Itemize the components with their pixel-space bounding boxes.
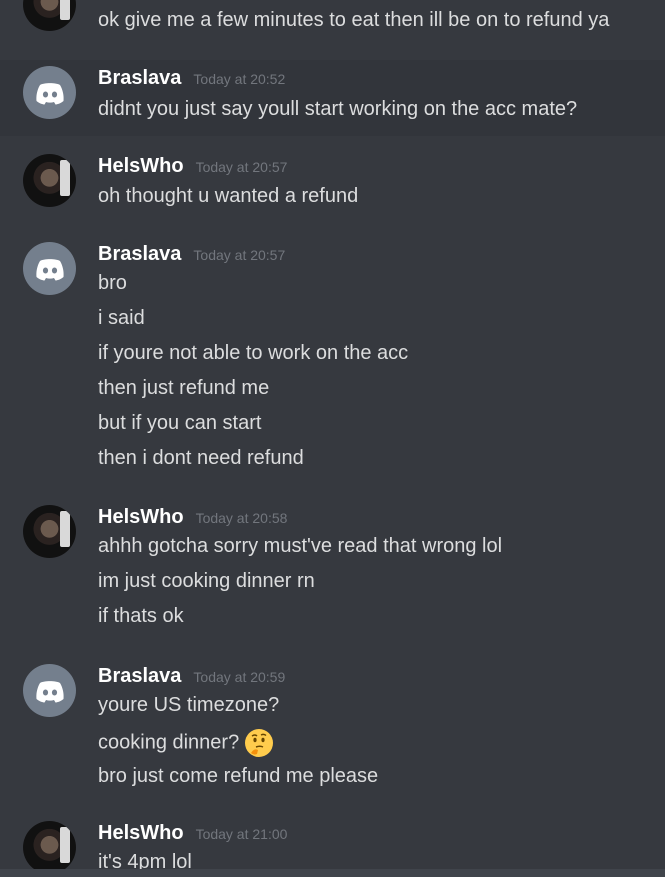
- message-line: but if you can start: [98, 412, 262, 434]
- username[interactable]: Braslava: [98, 665, 181, 688]
- thinking-face-emoji[interactable]: [245, 729, 274, 757]
- avatar[interactable]: [23, 664, 76, 717]
- message-header: HelsWho Today at 20:57: [98, 155, 287, 178]
- timestamp[interactable]: Today at 20:58: [196, 510, 288, 526]
- avatar[interactable]: [23, 154, 76, 207]
- message-input-edge: [0, 869, 665, 877]
- username[interactable]: Braslava: [98, 67, 181, 90]
- discord-logo-icon: [35, 680, 64, 702]
- message-header: Braslava Today at 20:52: [98, 67, 285, 90]
- message-text: cooking dinner?: [98, 731, 240, 754]
- message-group: ok give me a few minutes to eat then ill…: [0, 0, 665, 56]
- message-line: i said: [98, 307, 145, 329]
- message-group: Braslava Today at 20:57 bro i said if yo…: [0, 236, 665, 486]
- message-header: HelsWho Today at 21:00: [98, 822, 287, 845]
- message-line: ok give me a few minutes to eat then ill…: [98, 9, 610, 31]
- message-line: if thats ok: [98, 605, 184, 627]
- timestamp[interactable]: Today at 20:57: [193, 247, 285, 263]
- message-line: then just refund me: [98, 377, 270, 399]
- message-header: Braslava Today at 20:57: [98, 243, 285, 266]
- avatar[interactable]: [23, 821, 76, 874]
- message-line: then i dont need refund: [98, 447, 304, 469]
- message-line: ahhh gotcha sorry must've read that wron…: [98, 535, 503, 557]
- message-group: Braslava Today at 20:52 didnt you just s…: [0, 60, 665, 136]
- message-line: bro just come refund me please: [98, 765, 379, 787]
- message-line: youre US timezone?: [98, 694, 280, 716]
- message-line: didnt you just say youll start working o…: [98, 98, 578, 120]
- avatar[interactable]: [23, 0, 76, 31]
- message-header: Braslava Today at 20:59: [98, 665, 285, 688]
- avatar[interactable]: [23, 505, 76, 558]
- username[interactable]: HelsWho: [98, 506, 184, 529]
- username[interactable]: HelsWho: [98, 822, 184, 845]
- message-line: cooking dinner?: [98, 729, 274, 757]
- message-group: HelsWho Today at 21:00 it's 4pm lol: [0, 815, 665, 877]
- message-group: HelsWho Today at 20:57 oh thought u want…: [0, 148, 665, 224]
- username[interactable]: Braslava: [98, 243, 181, 266]
- message-line: bro: [98, 272, 127, 294]
- message-line: oh thought u wanted a refund: [98, 185, 359, 207]
- avatar[interactable]: [23, 66, 76, 119]
- username[interactable]: HelsWho: [98, 155, 184, 178]
- discord-logo-icon: [35, 82, 64, 104]
- discord-logo-icon: [35, 258, 64, 280]
- message-header: HelsWho Today at 20:58: [98, 506, 287, 529]
- message-line: if youre not able to work on the acc: [98, 342, 409, 364]
- message-line: im just cooking dinner rn: [98, 570, 315, 592]
- avatar[interactable]: [23, 242, 76, 295]
- timestamp[interactable]: Today at 20:59: [193, 669, 285, 685]
- timestamp[interactable]: Today at 20:57: [196, 159, 288, 175]
- timestamp[interactable]: Today at 20:52: [193, 71, 285, 87]
- message-group: Braslava Today at 20:59 youre US timezon…: [0, 658, 665, 798]
- chat-messages: ok give me a few minutes to eat then ill…: [0, 0, 665, 877]
- timestamp[interactable]: Today at 21:00: [196, 826, 288, 842]
- message-group: HelsWho Today at 20:58 ahhh gotcha sorry…: [0, 499, 665, 639]
